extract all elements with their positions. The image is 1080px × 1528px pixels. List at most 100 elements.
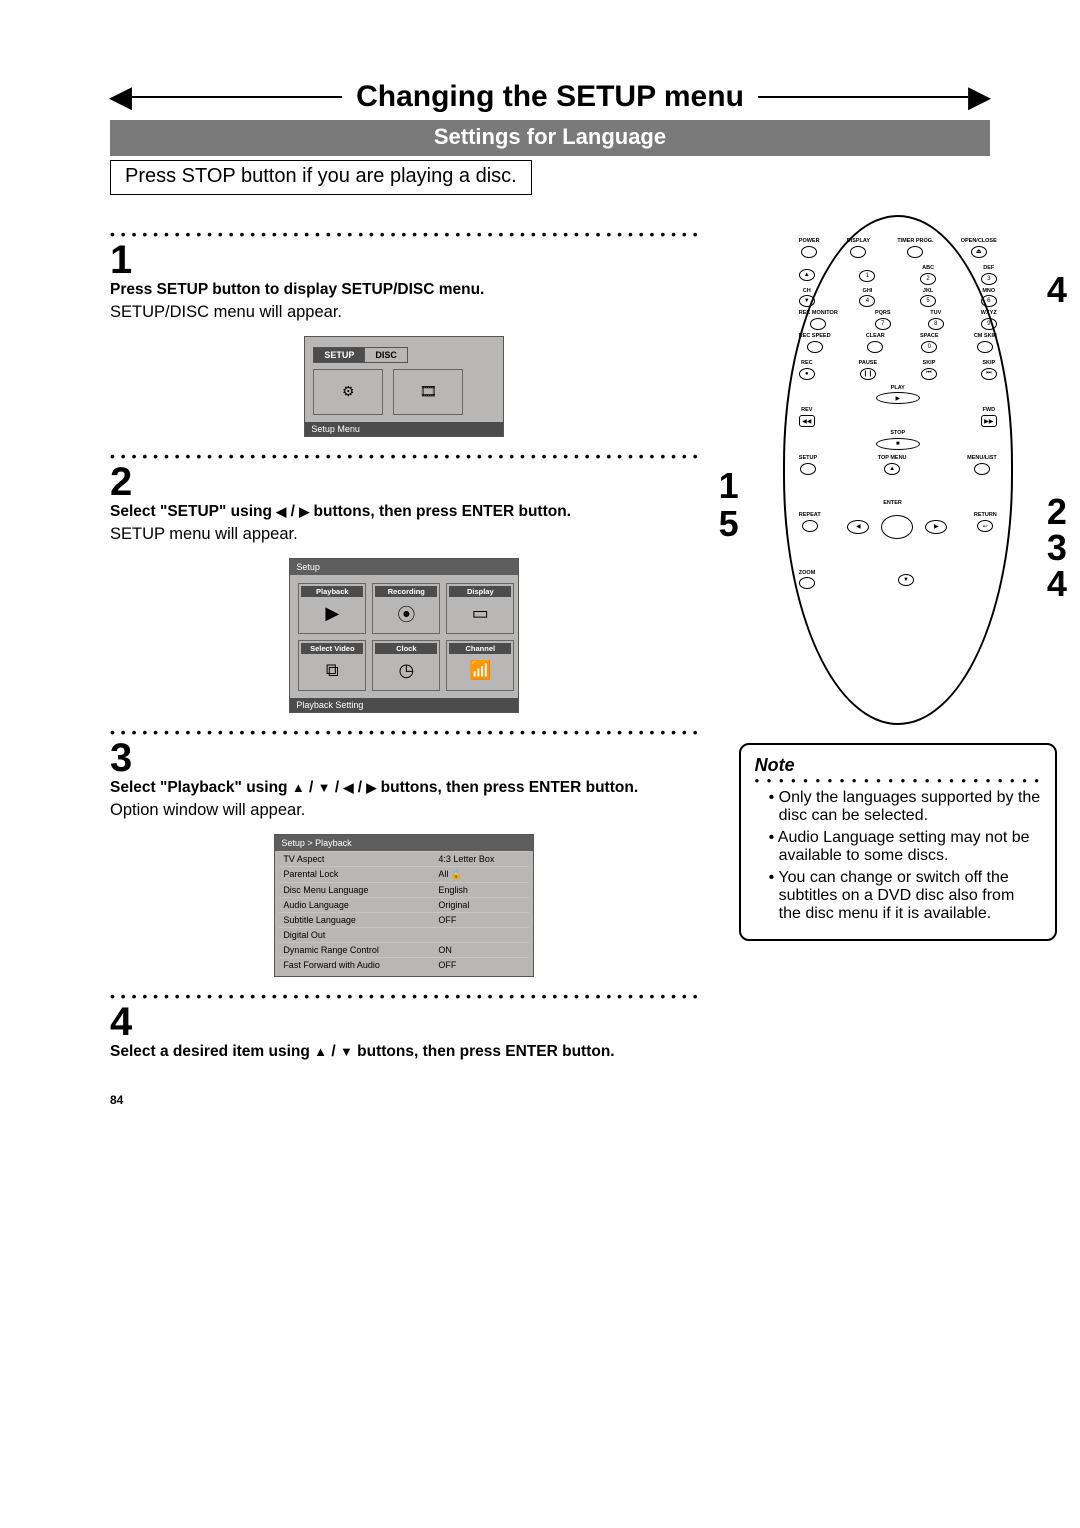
title-rule-left [132, 96, 343, 98]
open-button[interactable]: ⏏ [971, 246, 987, 258]
key-5[interactable]: 5 [920, 295, 936, 307]
up-icon: ▲ [292, 779, 305, 797]
timer-button[interactable] [907, 246, 923, 258]
lbl-display: DISPLAY [847, 239, 870, 245]
left-icon: ◀ [276, 503, 286, 521]
screen-2: Setup Playback▶ Recording⦿ Display▭ Sele… [289, 558, 519, 713]
rec-button[interactable]: ● [799, 368, 815, 380]
play-button[interactable]: ▶ [876, 392, 920, 404]
topmenu-button[interactable]: ▲ [884, 463, 900, 475]
step-2-num: 2 [110, 462, 699, 502]
screen-2-bar: Setup [290, 559, 518, 575]
screen-3: Setup > Playback TV Aspect4:3 Letter Box… [274, 834, 534, 977]
display-button[interactable] [850, 246, 866, 258]
intro-box: Press STOP button if you are playing a d… [110, 160, 532, 195]
cmskip-button[interactable] [977, 341, 993, 353]
lbl-power: POWER [799, 239, 820, 245]
screen-1: SETUPDISC ⚙ 🎞 Setup Menu [304, 336, 504, 437]
title-row: ◀ Changing the SETUP menu ▶ [110, 80, 990, 114]
screen-2-footer: Playback Setting [290, 698, 518, 712]
recmon-button[interactable] [810, 318, 826, 330]
key-7[interactable]: 7 [875, 318, 891, 330]
menulist-button[interactable] [974, 463, 990, 475]
step-1-head: Press SETUP button to display SETUP/DISC… [110, 280, 699, 301]
pause-button[interactable]: ❙❙ [860, 368, 876, 380]
cell-selectvideo: Select Video⧉ [298, 640, 366, 691]
step-3-head: Select "Playback" using ▲ / ▼ / ◀ / ▶ bu… [110, 778, 699, 799]
skip-prev-button[interactable]: ⏮ [921, 368, 937, 380]
tab-setup: SETUP [313, 347, 365, 363]
step-3-text: Option window will appear. [110, 801, 699, 820]
dpad: ENTER ◀ ▶ [847, 487, 947, 567]
arrow-right-icon: ▶ [968, 83, 990, 111]
dpad-down[interactable]: ▼ [898, 574, 914, 586]
screen-1-footer: Setup Menu [305, 422, 503, 436]
down-icon: ▼ [340, 1043, 353, 1061]
skip-next-button[interactable]: ⏭ [981, 368, 997, 380]
step-1-text: SETUP/DISC menu will appear. [110, 303, 699, 322]
callout-4a: 4 [1047, 269, 1067, 311]
cell-channel: Channel📶 [446, 640, 514, 691]
step-4-head: Select a desired item using ▲ / ▼ button… [110, 1042, 699, 1063]
cell-clock: Clock◷ [372, 640, 440, 691]
lbl-open: OPEN/CLOSE [961, 239, 997, 245]
enter-button[interactable] [881, 515, 913, 539]
callout-5: 5 [719, 503, 739, 545]
zoom-button[interactable] [799, 577, 815, 589]
playback-table: TV Aspect4:3 Letter Box Parental LockAll… [279, 851, 529, 972]
sep: • • • • • • • • • • • • • • • • • • • • … [110, 453, 699, 460]
clear-button[interactable] [867, 341, 883, 353]
power-button[interactable] [801, 246, 817, 258]
right-icon: ▶ [366, 779, 376, 797]
callout-1: 1 [719, 465, 739, 507]
remote-wrap: 4 1 5 2 3 4 POWER DISPLAY TIMER PROG. OP… [739, 215, 1057, 725]
step-2-text: SETUP menu will appear. [110, 525, 699, 544]
dpad-left[interactable]: ◀ [847, 520, 869, 534]
note-sep: • • • • • • • • • • • • • • • • • • • • … [755, 778, 1041, 783]
return-button[interactable]: ↩ [977, 520, 993, 532]
key-3[interactable]: 3 [981, 273, 997, 285]
cell-playback: Playback▶ [298, 583, 366, 634]
cell-display: Display▭ [446, 583, 514, 634]
repeat-button[interactable] [802, 520, 818, 532]
ch-down[interactable]: ▼ [799, 295, 815, 307]
ch-up[interactable]: ▲ [799, 269, 815, 281]
recspeed-button[interactable] [807, 341, 823, 353]
key-4[interactable]: 4 [859, 295, 875, 307]
down-icon: ▼ [318, 779, 331, 797]
remote-control: POWER DISPLAY TIMER PROG. OPEN/CLOSE⏏ ▲ … [783, 215, 1013, 725]
sep: • • • • • • • • • • • • • • • • • • • • … [110, 993, 699, 1000]
steps-column: • • • • • • • • • • • • • • • • • • • • … [110, 215, 699, 1063]
key-9[interactable]: 9 [981, 318, 997, 330]
note-item: You can change or switch off the subtitl… [769, 869, 1041, 923]
title-rule-right [758, 96, 969, 98]
subtitle-bar: Settings for Language [110, 120, 990, 156]
arrow-left-icon: ◀ [110, 83, 132, 111]
stop-button[interactable]: ■ [876, 438, 920, 450]
rev-button[interactable]: ◀◀ [799, 415, 815, 427]
disc-icon: 🎞 [393, 369, 463, 415]
right-column: 4 1 5 2 3 4 POWER DISPLAY TIMER PROG. OP… [739, 215, 1057, 941]
note-item: Only the languages supported by the disc… [769, 789, 1041, 825]
key-0[interactable]: 0 [921, 341, 937, 353]
step-4-num: 4 [110, 1002, 699, 1042]
note-item: Audio Language setting may not be availa… [769, 829, 1041, 865]
key-8[interactable]: 8 [928, 318, 944, 330]
note-box: Note • • • • • • • • • • • • • • • • • •… [739, 743, 1057, 941]
sep: • • • • • • • • • • • • • • • • • • • • … [110, 729, 699, 736]
key-1[interactable]: 1 [859, 270, 875, 282]
lbl-timer: TIMER PROG. [897, 239, 933, 245]
key-2[interactable]: 2 [920, 273, 936, 285]
key-6[interactable]: 6 [981, 295, 997, 307]
step-3-num: 3 [110, 738, 699, 778]
setup-icon: ⚙ [313, 369, 383, 415]
fwd-button[interactable]: ▶▶ [981, 415, 997, 427]
page-title: Changing the SETUP menu [342, 80, 758, 114]
step-2-head: Select "SETUP" using ◀ / ▶ buttons, then… [110, 502, 699, 523]
setup-button[interactable] [800, 463, 816, 475]
left-icon: ◀ [343, 779, 353, 797]
dpad-right[interactable]: ▶ [925, 520, 947, 534]
right-icon: ▶ [299, 503, 309, 521]
tab-disc: DISC [364, 347, 408, 363]
callout-4b: 4 [1047, 563, 1067, 605]
